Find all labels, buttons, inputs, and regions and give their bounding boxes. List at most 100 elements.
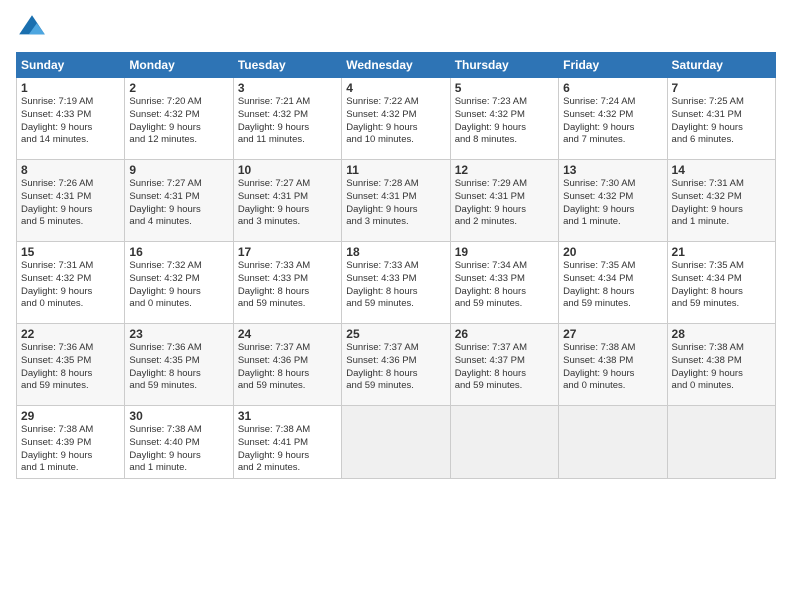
day-info: Sunrise: 7:21 AM Sunset: 4:32 PM Dayligh… <box>238 96 337 147</box>
day-info: Sunrise: 7:32 AM Sunset: 4:32 PM Dayligh… <box>129 260 228 311</box>
day-number: 20 <box>563 245 662 259</box>
calendar-cell: 15Sunrise: 7:31 AM Sunset: 4:32 PM Dayli… <box>17 242 125 324</box>
day-number: 1 <box>21 81 120 95</box>
weekday-header-sunday: Sunday <box>17 53 125 78</box>
calendar-cell: 25Sunrise: 7:37 AM Sunset: 4:36 PM Dayli… <box>342 324 450 406</box>
day-number: 18 <box>346 245 445 259</box>
day-number: 4 <box>346 81 445 95</box>
calendar-cell: 6Sunrise: 7:24 AM Sunset: 4:32 PM Daylig… <box>559 78 667 160</box>
calendar-cell: 26Sunrise: 7:37 AM Sunset: 4:37 PM Dayli… <box>450 324 558 406</box>
calendar-cell: 16Sunrise: 7:32 AM Sunset: 4:32 PM Dayli… <box>125 242 233 324</box>
day-number: 14 <box>672 163 771 177</box>
calendar-cell: 29Sunrise: 7:38 AM Sunset: 4:39 PM Dayli… <box>17 406 125 479</box>
day-number: 6 <box>563 81 662 95</box>
day-number: 24 <box>238 327 337 341</box>
calendar-week-4: 22Sunrise: 7:36 AM Sunset: 4:35 PM Dayli… <box>17 324 776 406</box>
calendar-cell <box>667 406 775 479</box>
calendar-cell: 3Sunrise: 7:21 AM Sunset: 4:32 PM Daylig… <box>233 78 341 160</box>
day-number: 27 <box>563 327 662 341</box>
calendar-cell: 14Sunrise: 7:31 AM Sunset: 4:32 PM Dayli… <box>667 160 775 242</box>
day-info: Sunrise: 7:29 AM Sunset: 4:31 PM Dayligh… <box>455 178 554 229</box>
day-number: 2 <box>129 81 228 95</box>
day-info: Sunrise: 7:38 AM Sunset: 4:41 PM Dayligh… <box>238 424 337 475</box>
logo <box>16 12 52 44</box>
weekday-header-monday: Monday <box>125 53 233 78</box>
day-info: Sunrise: 7:38 AM Sunset: 4:38 PM Dayligh… <box>563 342 662 393</box>
day-number: 21 <box>672 245 771 259</box>
day-number: 16 <box>129 245 228 259</box>
day-number: 31 <box>238 409 337 423</box>
calendar-cell: 28Sunrise: 7:38 AM Sunset: 4:38 PM Dayli… <box>667 324 775 406</box>
day-info: Sunrise: 7:34 AM Sunset: 4:33 PM Dayligh… <box>455 260 554 311</box>
calendar-cell: 10Sunrise: 7:27 AM Sunset: 4:31 PM Dayli… <box>233 160 341 242</box>
calendar-week-2: 8Sunrise: 7:26 AM Sunset: 4:31 PM Daylig… <box>17 160 776 242</box>
day-number: 10 <box>238 163 337 177</box>
day-info: Sunrise: 7:20 AM Sunset: 4:32 PM Dayligh… <box>129 96 228 147</box>
day-info: Sunrise: 7:30 AM Sunset: 4:32 PM Dayligh… <box>563 178 662 229</box>
weekday-header-thursday: Thursday <box>450 53 558 78</box>
day-number: 13 <box>563 163 662 177</box>
day-number: 29 <box>21 409 120 423</box>
day-info: Sunrise: 7:27 AM Sunset: 4:31 PM Dayligh… <box>129 178 228 229</box>
day-info: Sunrise: 7:31 AM Sunset: 4:32 PM Dayligh… <box>21 260 120 311</box>
weekday-header-saturday: Saturday <box>667 53 775 78</box>
calendar-cell: 2Sunrise: 7:20 AM Sunset: 4:32 PM Daylig… <box>125 78 233 160</box>
calendar: SundayMondayTuesdayWednesdayThursdayFrid… <box>16 52 776 479</box>
day-info: Sunrise: 7:27 AM Sunset: 4:31 PM Dayligh… <box>238 178 337 229</box>
weekday-header-friday: Friday <box>559 53 667 78</box>
calendar-cell: 18Sunrise: 7:33 AM Sunset: 4:33 PM Dayli… <box>342 242 450 324</box>
day-info: Sunrise: 7:22 AM Sunset: 4:32 PM Dayligh… <box>346 96 445 147</box>
day-number: 5 <box>455 81 554 95</box>
weekday-header-row: SundayMondayTuesdayWednesdayThursdayFrid… <box>17 53 776 78</box>
calendar-cell: 27Sunrise: 7:38 AM Sunset: 4:38 PM Dayli… <box>559 324 667 406</box>
day-number: 11 <box>346 163 445 177</box>
day-info: Sunrise: 7:36 AM Sunset: 4:35 PM Dayligh… <box>129 342 228 393</box>
day-number: 8 <box>21 163 120 177</box>
day-number: 15 <box>21 245 120 259</box>
calendar-cell: 1Sunrise: 7:19 AM Sunset: 4:33 PM Daylig… <box>17 78 125 160</box>
calendar-cell: 12Sunrise: 7:29 AM Sunset: 4:31 PM Dayli… <box>450 160 558 242</box>
calendar-cell <box>559 406 667 479</box>
calendar-cell: 30Sunrise: 7:38 AM Sunset: 4:40 PM Dayli… <box>125 406 233 479</box>
day-info: Sunrise: 7:31 AM Sunset: 4:32 PM Dayligh… <box>672 178 771 229</box>
calendar-cell: 21Sunrise: 7:35 AM Sunset: 4:34 PM Dayli… <box>667 242 775 324</box>
day-info: Sunrise: 7:38 AM Sunset: 4:40 PM Dayligh… <box>129 424 228 475</box>
day-info: Sunrise: 7:36 AM Sunset: 4:35 PM Dayligh… <box>21 342 120 393</box>
day-number: 22 <box>21 327 120 341</box>
day-number: 9 <box>129 163 228 177</box>
day-info: Sunrise: 7:19 AM Sunset: 4:33 PM Dayligh… <box>21 96 120 147</box>
day-info: Sunrise: 7:35 AM Sunset: 4:34 PM Dayligh… <box>672 260 771 311</box>
day-info: Sunrise: 7:37 AM Sunset: 4:36 PM Dayligh… <box>238 342 337 393</box>
calendar-cell: 20Sunrise: 7:35 AM Sunset: 4:34 PM Dayli… <box>559 242 667 324</box>
day-info: Sunrise: 7:24 AM Sunset: 4:32 PM Dayligh… <box>563 96 662 147</box>
header <box>16 12 776 44</box>
calendar-cell: 4Sunrise: 7:22 AM Sunset: 4:32 PM Daylig… <box>342 78 450 160</box>
day-info: Sunrise: 7:28 AM Sunset: 4:31 PM Dayligh… <box>346 178 445 229</box>
calendar-cell: 9Sunrise: 7:27 AM Sunset: 4:31 PM Daylig… <box>125 160 233 242</box>
weekday-header-tuesday: Tuesday <box>233 53 341 78</box>
page: SundayMondayTuesdayWednesdayThursdayFrid… <box>0 0 792 612</box>
calendar-cell: 19Sunrise: 7:34 AM Sunset: 4:33 PM Dayli… <box>450 242 558 324</box>
calendar-week-3: 15Sunrise: 7:31 AM Sunset: 4:32 PM Dayli… <box>17 242 776 324</box>
calendar-week-5: 29Sunrise: 7:38 AM Sunset: 4:39 PM Dayli… <box>17 406 776 479</box>
calendar-cell: 17Sunrise: 7:33 AM Sunset: 4:33 PM Dayli… <box>233 242 341 324</box>
day-number: 3 <box>238 81 337 95</box>
weekday-header-wednesday: Wednesday <box>342 53 450 78</box>
calendar-cell: 8Sunrise: 7:26 AM Sunset: 4:31 PM Daylig… <box>17 160 125 242</box>
day-number: 23 <box>129 327 228 341</box>
day-number: 26 <box>455 327 554 341</box>
calendar-cell: 22Sunrise: 7:36 AM Sunset: 4:35 PM Dayli… <box>17 324 125 406</box>
calendar-cell <box>342 406 450 479</box>
calendar-cell: 24Sunrise: 7:37 AM Sunset: 4:36 PM Dayli… <box>233 324 341 406</box>
day-info: Sunrise: 7:23 AM Sunset: 4:32 PM Dayligh… <box>455 96 554 147</box>
day-info: Sunrise: 7:38 AM Sunset: 4:38 PM Dayligh… <box>672 342 771 393</box>
calendar-cell: 7Sunrise: 7:25 AM Sunset: 4:31 PM Daylig… <box>667 78 775 160</box>
calendar-cell: 5Sunrise: 7:23 AM Sunset: 4:32 PM Daylig… <box>450 78 558 160</box>
day-info: Sunrise: 7:26 AM Sunset: 4:31 PM Dayligh… <box>21 178 120 229</box>
day-info: Sunrise: 7:33 AM Sunset: 4:33 PM Dayligh… <box>346 260 445 311</box>
day-number: 17 <box>238 245 337 259</box>
calendar-cell: 11Sunrise: 7:28 AM Sunset: 4:31 PM Dayli… <box>342 160 450 242</box>
day-info: Sunrise: 7:35 AM Sunset: 4:34 PM Dayligh… <box>563 260 662 311</box>
day-number: 30 <box>129 409 228 423</box>
calendar-week-1: 1Sunrise: 7:19 AM Sunset: 4:33 PM Daylig… <box>17 78 776 160</box>
